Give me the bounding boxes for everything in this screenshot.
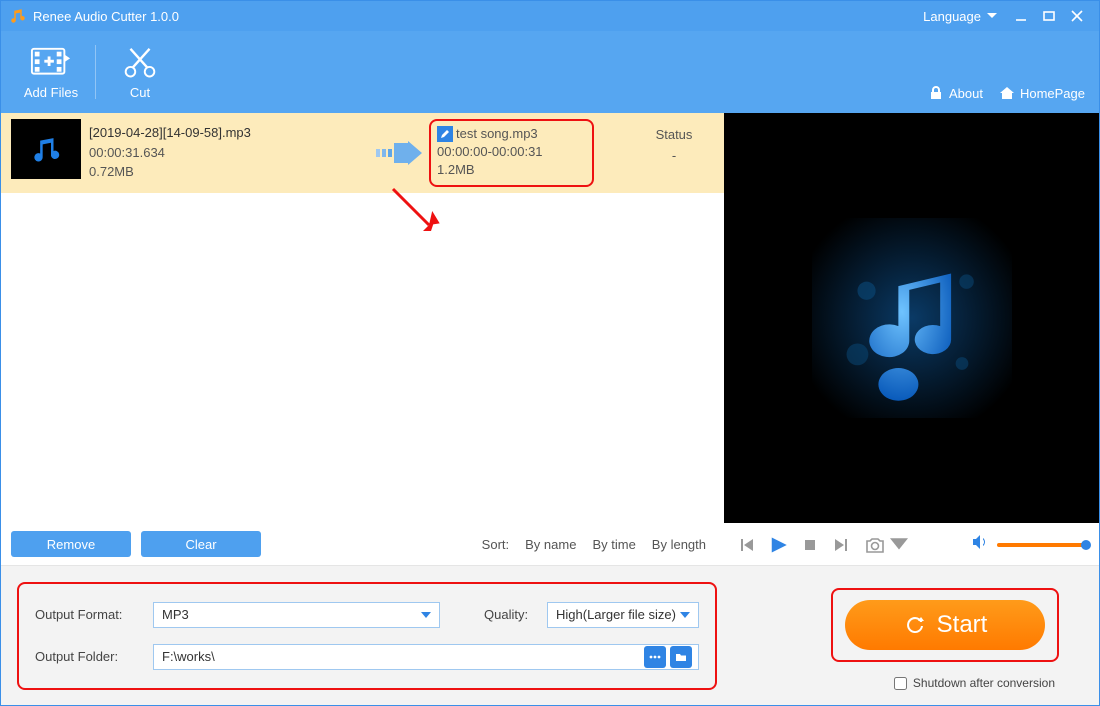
shutdown-checkbox-row[interactable]: Shutdown after conversion bbox=[894, 676, 1055, 690]
destination-filename: test song.mp3 bbox=[456, 125, 538, 143]
snapshot-button[interactable] bbox=[864, 536, 910, 554]
remove-button[interactable]: Remove bbox=[11, 531, 131, 557]
add-files-label: Add Files bbox=[24, 85, 78, 100]
cut-button[interactable]: Cut bbox=[102, 45, 178, 100]
minimize-button[interactable] bbox=[1007, 4, 1035, 28]
chevron-down-icon bbox=[680, 607, 690, 622]
refresh-icon bbox=[903, 613, 927, 637]
left-pane: [2019-04-28][14-09-58].mp3 00:00:31.634 … bbox=[1, 113, 724, 565]
start-button[interactable]: Start bbox=[845, 600, 1045, 650]
destination-range: 00:00:00-00:00:31 bbox=[437, 143, 586, 161]
stop-button[interactable] bbox=[800, 535, 820, 555]
source-size: 0.72MB bbox=[89, 162, 369, 182]
volume-slider[interactable] bbox=[997, 543, 1087, 547]
output-format-value: MP3 bbox=[162, 607, 189, 622]
status-header: Status bbox=[634, 127, 714, 142]
filmstrip-plus-icon bbox=[30, 45, 72, 81]
app-title: Renee Audio Cutter 1.0.0 bbox=[33, 9, 179, 24]
file-list: [2019-04-28][14-09-58].mp3 00:00:31.634 … bbox=[1, 113, 724, 523]
sort-group: Sort: By name By time By length bbox=[482, 537, 706, 552]
cut-label: Cut bbox=[130, 85, 150, 100]
close-button[interactable] bbox=[1063, 4, 1091, 28]
source-duration: 00:00:31.634 bbox=[89, 143, 369, 163]
homepage-link[interactable]: HomePage bbox=[999, 85, 1085, 101]
about-label: About bbox=[949, 86, 983, 101]
prev-button[interactable] bbox=[736, 535, 756, 555]
about-link[interactable]: About bbox=[928, 85, 983, 101]
shutdown-checkbox[interactable] bbox=[894, 677, 907, 690]
sort-by-name[interactable]: By name bbox=[525, 537, 576, 552]
lock-icon bbox=[928, 85, 944, 101]
clear-button[interactable]: Clear bbox=[141, 531, 261, 557]
titlebar: Renee Audio Cutter 1.0.0 Language bbox=[1, 1, 1099, 31]
output-folder-value: F:\works\ bbox=[162, 649, 640, 664]
chevron-down-icon bbox=[888, 536, 910, 554]
output-format-dropdown[interactable]: MP3 bbox=[153, 602, 440, 628]
next-button[interactable] bbox=[832, 535, 852, 555]
source-filename: [2019-04-28][14-09-58].mp3 bbox=[89, 123, 369, 143]
destination-size: 1.2MB bbox=[437, 161, 586, 179]
chevron-down-icon bbox=[987, 12, 997, 20]
preview-area bbox=[724, 113, 1099, 523]
volume-knob[interactable] bbox=[1081, 540, 1091, 550]
output-folder-label: Output Folder: bbox=[35, 649, 139, 664]
output-settings: Output Format: MP3 Quality: High(Larger … bbox=[17, 582, 717, 690]
app-logo-icon bbox=[9, 7, 27, 25]
homepage-label: HomePage bbox=[1020, 86, 1085, 101]
output-folder-input[interactable]: F:\works\ bbox=[153, 644, 699, 670]
shutdown-checkbox-label: Shutdown after conversion bbox=[913, 676, 1055, 690]
toolbar: Add Files Cut About HomePage bbox=[1, 31, 1099, 113]
edit-name-button[interactable] bbox=[437, 126, 453, 142]
add-files-button[interactable]: Add Files bbox=[13, 45, 89, 100]
right-pane bbox=[724, 113, 1099, 565]
bottom-panel: Output Format: MP3 Quality: High(Larger … bbox=[1, 565, 1099, 705]
quality-label: Quality: bbox=[484, 607, 539, 622]
browse-folder-button[interactable] bbox=[670, 646, 692, 668]
sort-by-length[interactable]: By length bbox=[652, 537, 706, 552]
maximize-button[interactable] bbox=[1035, 4, 1063, 28]
chevron-down-icon bbox=[421, 607, 431, 622]
quality-dropdown[interactable]: High(Larger file size) bbox=[547, 602, 699, 628]
output-format-label: Output Format: bbox=[35, 607, 139, 622]
quality-value: High(Larger file size) bbox=[556, 607, 676, 622]
scissors-icon bbox=[119, 45, 161, 81]
start-box: Start bbox=[831, 588, 1059, 662]
destination-block: test song.mp3 00:00:00-00:00:31 1.2MB bbox=[429, 119, 594, 187]
language-dropdown[interactable]: Language bbox=[923, 9, 997, 24]
status-value: - bbox=[634, 148, 714, 163]
sort-label: Sort: bbox=[482, 537, 509, 552]
file-row[interactable]: [2019-04-28][14-09-58].mp3 00:00:31.634 … bbox=[1, 113, 724, 193]
list-actions-bar: Remove Clear Sort: By name By time By le… bbox=[1, 523, 724, 565]
language-label: Language bbox=[923, 9, 981, 24]
file-thumbnail bbox=[11, 119, 81, 179]
home-icon bbox=[999, 85, 1015, 101]
more-button[interactable] bbox=[644, 646, 666, 668]
arrow-icon bbox=[369, 119, 429, 187]
start-label: Start bbox=[937, 611, 988, 639]
player-controls bbox=[724, 523, 1099, 565]
toolbar-separator bbox=[95, 45, 96, 99]
play-button[interactable] bbox=[768, 535, 788, 555]
source-info: [2019-04-28][14-09-58].mp3 00:00:31.634 … bbox=[89, 119, 369, 187]
main-area: [2019-04-28][14-09-58].mp3 00:00:31.634 … bbox=[1, 113, 1099, 565]
volume-icon[interactable] bbox=[971, 533, 989, 556]
sort-by-time[interactable]: By time bbox=[592, 537, 635, 552]
status-cell: Status - bbox=[634, 119, 714, 187]
